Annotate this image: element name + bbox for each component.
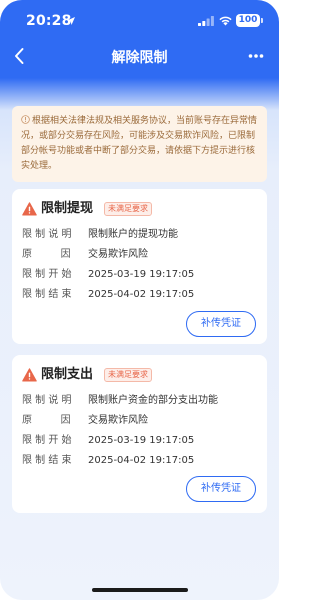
risk-notice: 根据相关法律法规及相关服务协议，当前账号存在异常情况，或部分交易存在风险，可能涉… bbox=[12, 106, 267, 182]
app-screen: 20:28 100 解除限制 根据相关法律法规及相关服务协议，当前账号存在异常情… bbox=[0, 0, 279, 600]
upload-proof-button[interactable]: 补传凭证 bbox=[186, 311, 256, 337]
upload-proof-button[interactable]: 补传凭证 bbox=[186, 476, 256, 502]
detail-value: 2025-03-19 19:17:05 bbox=[88, 269, 195, 280]
battery-tip bbox=[261, 18, 263, 23]
detail-value: 2025-03-19 19:17:05 bbox=[88, 435, 195, 446]
detail-value: 限制账户资金的部分支出功能 bbox=[88, 395, 218, 406]
cellular-signal-icon bbox=[198, 16, 214, 26]
detail-value: 2025-04-02 19:17:05 bbox=[88, 455, 195, 466]
detail-row-start: 限 制 开 始 2025-03-19 19:17:05 bbox=[22, 265, 262, 285]
notice-text: 根据相关法律法规及相关服务协议，当前账号存在异常情况，或部分交易存在风险，可能涉… bbox=[21, 116, 258, 171]
restriction-card-spending: 限制支出 未满足要求 限 制 说 明 限制账户资金的部分支出功能 原 因 交易欺诈风… bbox=[12, 355, 267, 513]
detail-label: 限 制 说 明 bbox=[22, 395, 72, 406]
detail-label: 限 制 开 始 bbox=[22, 435, 72, 446]
detail-row-description: 限 制 说 明 限制账户的提现功能 bbox=[22, 225, 262, 245]
detail-row-end: 限 制 结 束 2025-04-02 19:17:05 bbox=[22, 285, 262, 305]
detail-row-reason: 原 因 交易欺诈风险 bbox=[22, 245, 262, 265]
detail-label: 原 因 bbox=[22, 249, 71, 260]
detail-row-description: 限 制 说 明 限制账户资金的部分支出功能 bbox=[22, 391, 262, 411]
detail-list: 限 制 说 明 限制账户资金的部分支出功能 原 因 交易欺诈风险 限 制 开 始 20… bbox=[22, 391, 262, 471]
page-title: 解除限制 bbox=[111, 50, 168, 66]
wifi-icon bbox=[219, 16, 232, 26]
battery-indicator: 100 bbox=[236, 14, 260, 27]
info-circle-icon bbox=[21, 115, 30, 124]
home-indicator bbox=[92, 588, 188, 592]
navigation-bar: 解除限制 bbox=[0, 40, 279, 74]
warning-triangle-icon bbox=[22, 368, 37, 382]
detail-row-end: 限 制 结 束 2025-04-02 19:17:05 bbox=[22, 451, 262, 471]
card-title: 限制支出 bbox=[41, 367, 94, 382]
restriction-card-withdrawal: 限制提现 未满足要求 限 制 说 明 限制账户的提现功能 原 因 交易欺诈风险 限 … bbox=[12, 189, 267, 344]
more-horizontal-icon[interactable] bbox=[246, 46, 266, 66]
detail-label: 限 制 说 明 bbox=[22, 229, 72, 240]
detail-label: 限 制 结 束 bbox=[22, 455, 72, 466]
status-time: 20:28 bbox=[26, 13, 72, 29]
detail-row-reason: 原 因 交易欺诈风险 bbox=[22, 411, 262, 431]
status-bar: 20:28 100 bbox=[0, 0, 279, 40]
card-header: 限制支出 未满足要求 bbox=[22, 366, 262, 386]
detail-value: 2025-04-02 19:17:05 bbox=[88, 289, 195, 300]
status-badge: 未满足要求 bbox=[104, 202, 152, 216]
detail-value: 交易欺诈风险 bbox=[88, 415, 148, 426]
detail-value: 交易欺诈风险 bbox=[88, 249, 148, 260]
warning-triangle-icon bbox=[22, 202, 37, 216]
detail-value: 限制账户的提现功能 bbox=[88, 229, 178, 240]
detail-label: 限 制 开 始 bbox=[22, 269, 72, 280]
status-badge: 未满足要求 bbox=[104, 368, 152, 382]
detail-list: 限 制 说 明 限制账户的提现功能 原 因 交易欺诈风险 限 制 开 始 2025-0… bbox=[22, 225, 262, 305]
detail-label: 原 因 bbox=[22, 415, 71, 426]
location-arrow-icon bbox=[67, 17, 75, 25]
card-title: 限制提现 bbox=[41, 201, 94, 216]
detail-row-start: 限 制 开 始 2025-03-19 19:17:05 bbox=[22, 431, 262, 451]
detail-label: 限 制 结 束 bbox=[22, 289, 72, 300]
card-header: 限制提现 未满足要求 bbox=[22, 200, 262, 220]
